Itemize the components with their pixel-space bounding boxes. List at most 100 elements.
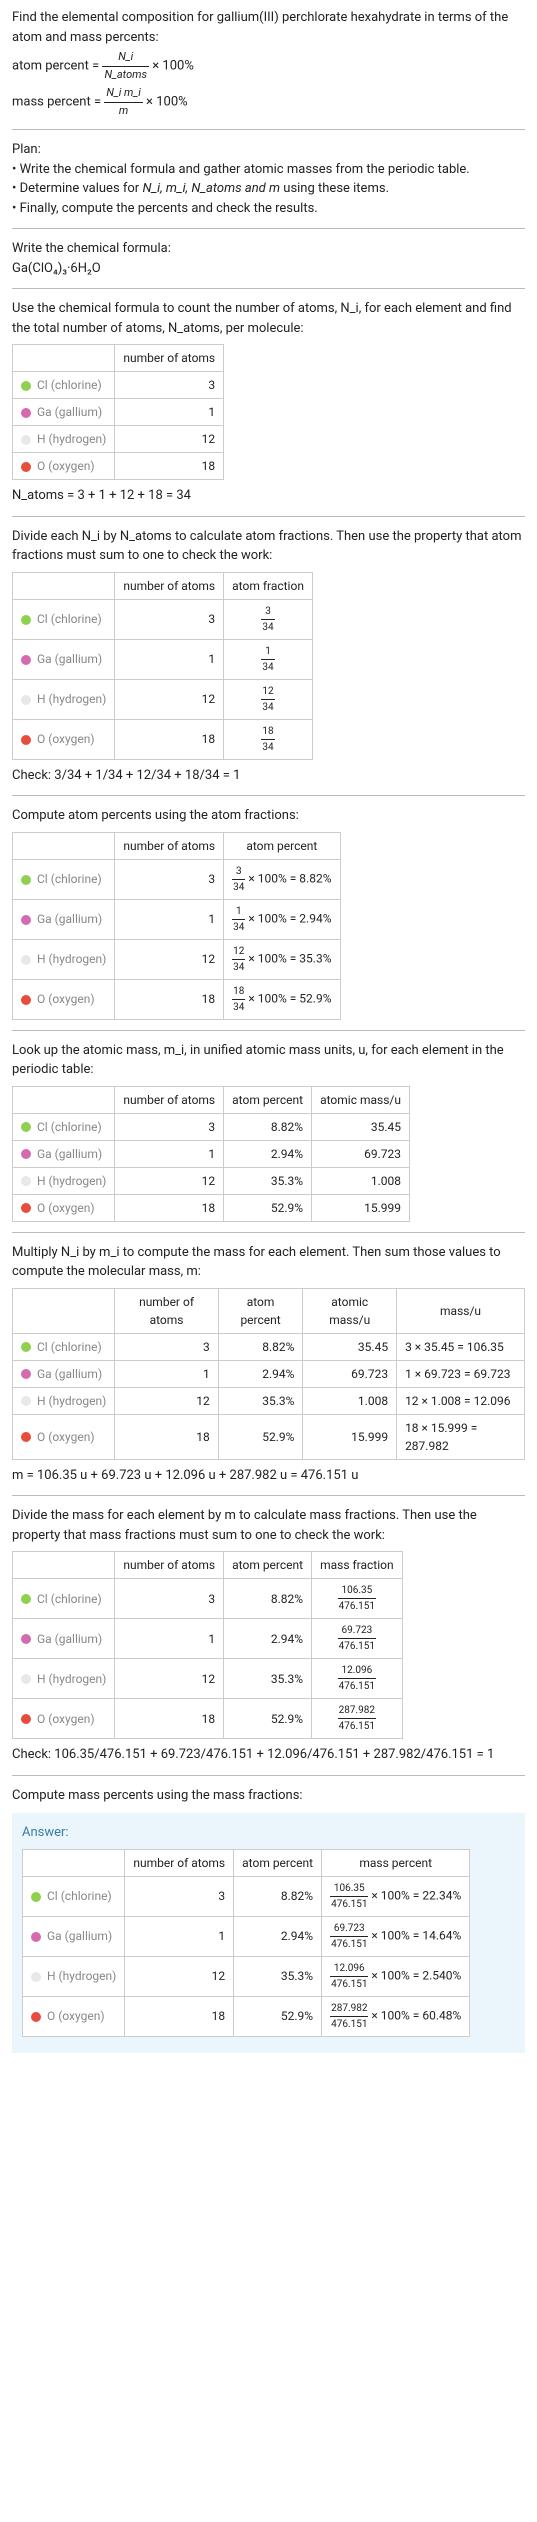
element-cell: O (oxygen) [13,1194,115,1221]
element-swatch-icon [21,408,31,418]
fraction: 69.723476.151 [338,1623,376,1654]
fraction: 69.723476.151 [330,1921,368,1952]
atom-count: 1 [115,399,224,426]
atom-count: 1 [115,899,224,939]
element-label: H (hydrogen) [37,692,106,706]
atom-percent: 35.3% [234,1956,322,1996]
table-row: H (hydrogen)121234 × 100% = 35.3% [13,939,341,979]
answer-box: Answer: number of atomsatom percentmass … [12,1813,525,2053]
atomic-mass: 35.45 [312,1113,410,1140]
divider [12,129,525,130]
col-header: number of atoms [115,832,224,859]
mass-fraction: 69.723476.151 [312,1619,403,1659]
table-row: Ga (gallium)1134 × 100% = 2.94% [13,899,341,939]
atom-count: 12 [125,1956,234,1996]
plan-bullet-3: • Finally, compute the percents and chec… [12,199,525,219]
table-row: H (hydrogen)1235.3%12.096476.151 × 100% … [23,1956,470,1996]
fraction: 106.35476.151 [338,1583,376,1614]
element-cell: H (hydrogen) [13,1387,115,1414]
atom-count: 1 [115,1619,224,1659]
atom-percent: 2.94% [234,1916,322,1956]
col-header: number of atoms [115,1288,218,1333]
element-cell: O (oxygen) [13,453,115,480]
atomic-mass: 69.723 [312,1140,410,1167]
lookup-text: Look up the atomic mass, m_i, in unified… [12,1041,525,1080]
col-header: atom percent [234,1849,322,1876]
atom-percent-expr: 334 × 100% = 8.82% [224,859,340,899]
table-row: H (hydrogen)1235.3%1.008 [13,1167,410,1194]
mass-percent-expr: 12.096476.151 × 100% = 2.540% [322,1956,470,1996]
table-row: Cl (chlorine)38.82%106.35476.151 × 100% … [23,1876,470,1916]
col-header: atomic mass/u [303,1288,397,1333]
atom-percents-table: number of atomsatom percent Cl (chlorine… [12,832,341,1020]
element-swatch-icon [21,655,31,665]
col-header: mass fraction [312,1552,403,1579]
atom-percent-expr: 1834 × 100% = 52.9% [224,979,340,1019]
atom-percent-expr: 1234 × 100% = 35.3% [224,939,340,979]
atom-percent: 35.3% [224,1167,312,1194]
atom-count: 12 [115,1659,224,1699]
element-cell: O (oxygen) [23,1996,125,2036]
element-swatch-icon [21,1342,31,1352]
table-row: Cl (chlorine)38.82%35.453 × 35.45 = 106.… [13,1333,525,1360]
col-header: number of atoms [115,572,224,599]
atoms-total: N_atoms = 3 + 1 + 12 + 18 = 34 [12,486,525,506]
atom-fraction: 1834 [224,719,313,759]
fraction: 1234 [232,944,245,975]
element-label: Ga (gallium) [37,652,102,666]
atom-count: 3 [125,1876,234,1916]
atom-percent-formula: atom percent = N_i N_atoms × 100% [12,49,525,83]
atom-count: 18 [115,453,224,480]
atom-count: 12 [115,1167,224,1194]
atom-count: 18 [115,979,224,1019]
atom-count: 3 [115,1579,224,1619]
atomic-mass: 35.45 [303,1333,397,1360]
element-label: Ga (gallium) [37,1632,102,1646]
element-cell: Ga (gallium) [13,1360,115,1387]
table-row: O (oxygen)181834 × 100% = 52.9% [13,979,341,1019]
mass-fraction: 106.35476.151 [312,1579,403,1619]
table-row: O (oxygen)181834 [13,719,313,759]
element-label: H (hydrogen) [37,432,106,446]
element-swatch-icon [21,462,31,472]
atom-percent: 2.94% [224,1619,312,1659]
element-swatch-icon [21,1149,31,1159]
table-row: Ga (gallium)1134 [13,639,313,679]
mass-fractions-table: number of atomsatom percentmass fraction… [12,1551,403,1739]
atom-fractions-table: number of atomsatom fraction Cl (chlorin… [12,572,313,760]
atom-percent: 8.82% [218,1333,303,1360]
lookup-masses: Look up the atomic mass, m_i, in unified… [12,1041,525,1222]
element-cell: O (oxygen) [13,1699,115,1739]
atom-percent: 8.82% [224,1579,312,1619]
col-header: number of atoms [115,1086,224,1113]
chemical-formula: Ga(ClO₄)₃·6H₂O [12,259,525,279]
fraction: 134 [232,904,245,935]
element-label: Cl (chlorine) [47,1889,112,1903]
atom-fraction: 1234 [224,679,313,719]
element-label: H (hydrogen) [37,952,106,966]
col-header: number of atoms [115,345,224,372]
plan: Plan: • Write the chemical formula and g… [12,140,525,218]
element-swatch-icon [21,1396,31,1406]
element-swatch-icon [21,695,31,705]
table-row: O (oxygen)1852.9%15.99918 × 15.999 = 287… [13,1414,525,1459]
element-swatch-icon [21,1203,31,1213]
element-label: Ga (gallium) [37,912,102,926]
table-row: O (oxygen)18 [13,453,224,480]
atom-count: 18 [125,1996,234,2036]
multiply-table: number of atomsatom percentatomic mass/u… [12,1288,525,1460]
element-cell: O (oxygen) [13,719,115,759]
element-cell: Ga (gallium) [13,899,115,939]
element-swatch-icon [21,1369,31,1379]
table-row: H (hydrogen)12 [13,426,224,453]
element-cell: H (hydrogen) [13,1659,115,1699]
fraction: 12.096476.151 [338,1663,376,1694]
atom-fractions-check: Check: 3/34 + 1/34 + 12/34 + 18/34 = 1 [12,766,525,786]
plan-heading: Plan: [12,140,525,160]
atom-count: 12 [115,1387,218,1414]
col-header: mass/u [397,1288,525,1333]
col-header: mass percent [322,1849,470,1876]
element-cell: Cl (chlorine) [13,1113,115,1140]
atom-count: 3 [115,372,224,399]
element-label: O (oxygen) [37,1201,95,1215]
